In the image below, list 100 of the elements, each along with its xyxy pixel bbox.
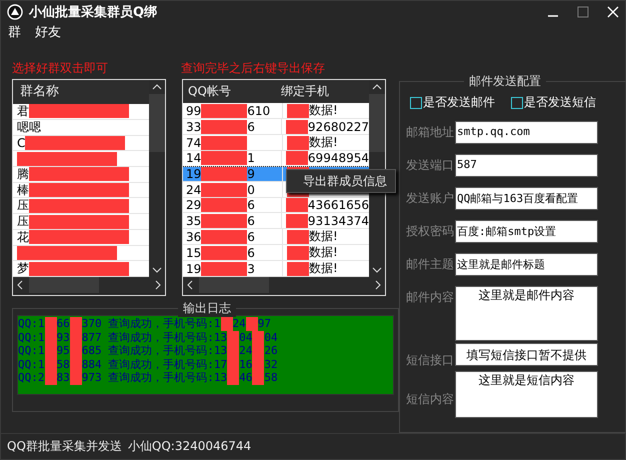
table-row[interactable]: 74 数据! [183, 135, 369, 152]
field-label: 短信内容 [406, 391, 455, 408]
redaction-mark [201, 166, 248, 181]
hint-text: 查询完毕之后右键导出保存 [181, 60, 325, 77]
scroll-down-icon[interactable] [371, 265, 383, 276]
column-header[interactable]: QQ帐号 [183, 83, 276, 100]
list-row[interactable] [13, 246, 149, 262]
log-text: QQ:1 [18, 344, 44, 358]
table-cell: 嗯嗯 [17, 120, 41, 135]
list-row[interactable] [13, 151, 149, 167]
log-text: 58 [56, 358, 70, 371]
input-field[interactable]: QQ邮箱与163百度看配置 [455, 187, 598, 210]
table-cell: 3 [247, 262, 255, 276]
scrollbar[interactable] [13, 277, 165, 294]
log-text: 24 [239, 344, 252, 358]
log-text: QQ:1 [18, 358, 44, 371]
scroll-left-icon[interactable] [15, 279, 25, 292]
table-cell: 数据! [309, 228, 338, 246]
log-text: 370 查询成功，手机号码:1 [82, 316, 220, 332]
checkbox-box[interactable] [410, 96, 422, 109]
list-row[interactable]: 棒 [13, 182, 149, 198]
checkbox[interactable]: 是否发送短信 [511, 94, 596, 112]
scroll-down-icon[interactable] [151, 265, 163, 276]
column-header[interactable]: 绑定手机 [276, 83, 369, 100]
table-cell: 35 [186, 214, 202, 228]
table-cell: 9 [247, 166, 255, 181]
checkbox-box[interactable] [511, 96, 523, 109]
list-row[interactable]: 梦 [13, 261, 149, 278]
table-cell: 19 [186, 166, 202, 181]
input-field[interactable]: 587 [455, 154, 598, 178]
table-row[interactable]: 35 6 93134374 [183, 213, 369, 230]
log-text: 16 [239, 358, 252, 371]
redaction-mark [286, 198, 308, 212]
input-field[interactable]: 这里就是邮件标题 [455, 253, 598, 276]
maximize-icon[interactable] [577, 6, 589, 18]
list-row[interactable]: C [13, 136, 149, 152]
redaction-mark [287, 230, 309, 244]
log-text: 685 查询成功，手机号码:13 [82, 343, 228, 358]
scroll-right-icon[interactable] [373, 279, 383, 292]
log-text: 46 [239, 371, 252, 384]
scroll-left-icon[interactable] [185, 279, 195, 292]
table-cell: 君 [17, 104, 29, 119]
close-icon[interactable] [607, 6, 619, 18]
redaction-mark [201, 182, 248, 197]
table-cell: 93134374 [308, 214, 369, 228]
menu-item[interactable]: 群 [5, 23, 24, 42]
table-cell: 6 [247, 246, 255, 260]
table-cell: 梦 [17, 261, 29, 276]
redaction-mark [44, 317, 56, 331]
list-row[interactable]: 腾 [13, 166, 149, 183]
redaction-mark [201, 120, 248, 134]
table-cell: C [17, 136, 26, 150]
redaction-mark [201, 136, 248, 150]
scroll-right-icon[interactable] [153, 279, 163, 292]
list-row[interactable]: 花 [13, 230, 149, 246]
checkbox[interactable]: 是否发送邮件 [410, 94, 495, 112]
group-title: 输出日志 [178, 300, 236, 318]
list-row[interactable]: 压 [13, 214, 149, 230]
table-row[interactable]: 36 6 数据! [183, 229, 369, 246]
table-cell: 数据! [309, 102, 338, 120]
table-row[interactable]: 19 3 数据! [183, 261, 369, 278]
redaction-mark [201, 262, 248, 276]
table-cell: 74 [186, 136, 202, 150]
input-field[interactable]: 填写短信接口暂不提供 [455, 343, 598, 366]
redaction-mark [201, 104, 248, 118]
table-cell: 69948954 [308, 151, 369, 166]
redaction-mark [201, 246, 248, 260]
scrollbar[interactable] [149, 80, 165, 278]
table-cell: 99 [186, 104, 202, 118]
table-cell: 数据! [309, 134, 338, 152]
table-row[interactable]: 99 610 数据! [183, 103, 369, 120]
list-row[interactable]: 君 [13, 104, 149, 120]
redaction-mark [287, 262, 309, 276]
field-label: 邮件主题 [406, 256, 455, 274]
table-row[interactable]: 33 6 92680227 [183, 119, 369, 136]
input-field[interactable]: smtp.qq.com [455, 121, 598, 144]
list-row[interactable]: 嗯嗯 [13, 120, 149, 136]
table-cell: 6 [247, 198, 255, 212]
log-text: 973 查询成功，手机号码:13 [82, 370, 228, 386]
table-row[interactable]: 14 1 69948954 [183, 151, 369, 167]
log-text: 26 [264, 344, 278, 358]
table-cell: 92680227 [308, 120, 369, 134]
table-row[interactable]: 15 6 数据! [183, 245, 369, 262]
menu-item[interactable]: 好友 [32, 23, 64, 42]
table-row[interactable]: 29 6 43661656 [183, 198, 369, 214]
redaction-mark [286, 151, 308, 166]
input-field[interactable]: 这里就是短信内容 [455, 371, 598, 418]
input-field[interactable]: 百度:邮箱smtp设置 [455, 220, 598, 244]
input-field[interactable]: 这里就是邮件内容 [455, 286, 598, 342]
table-cell: 24 [186, 182, 202, 197]
field-label: 发送端口 [406, 157, 455, 174]
table-cell: 15 [186, 246, 202, 260]
list-row[interactable]: 压 [13, 198, 149, 214]
table-cell: 数据! [309, 244, 338, 262]
field-label: 邮件内容 [406, 289, 455, 306]
table-cell: 压 [17, 214, 29, 229]
hint-text: 选择好群双击即可 [12, 60, 109, 77]
column-header[interactable]: 群名称 [13, 80, 149, 104]
status-text: 小仙QQ:3240046744 [126, 438, 252, 456]
scrollbar[interactable] [183, 277, 385, 294]
